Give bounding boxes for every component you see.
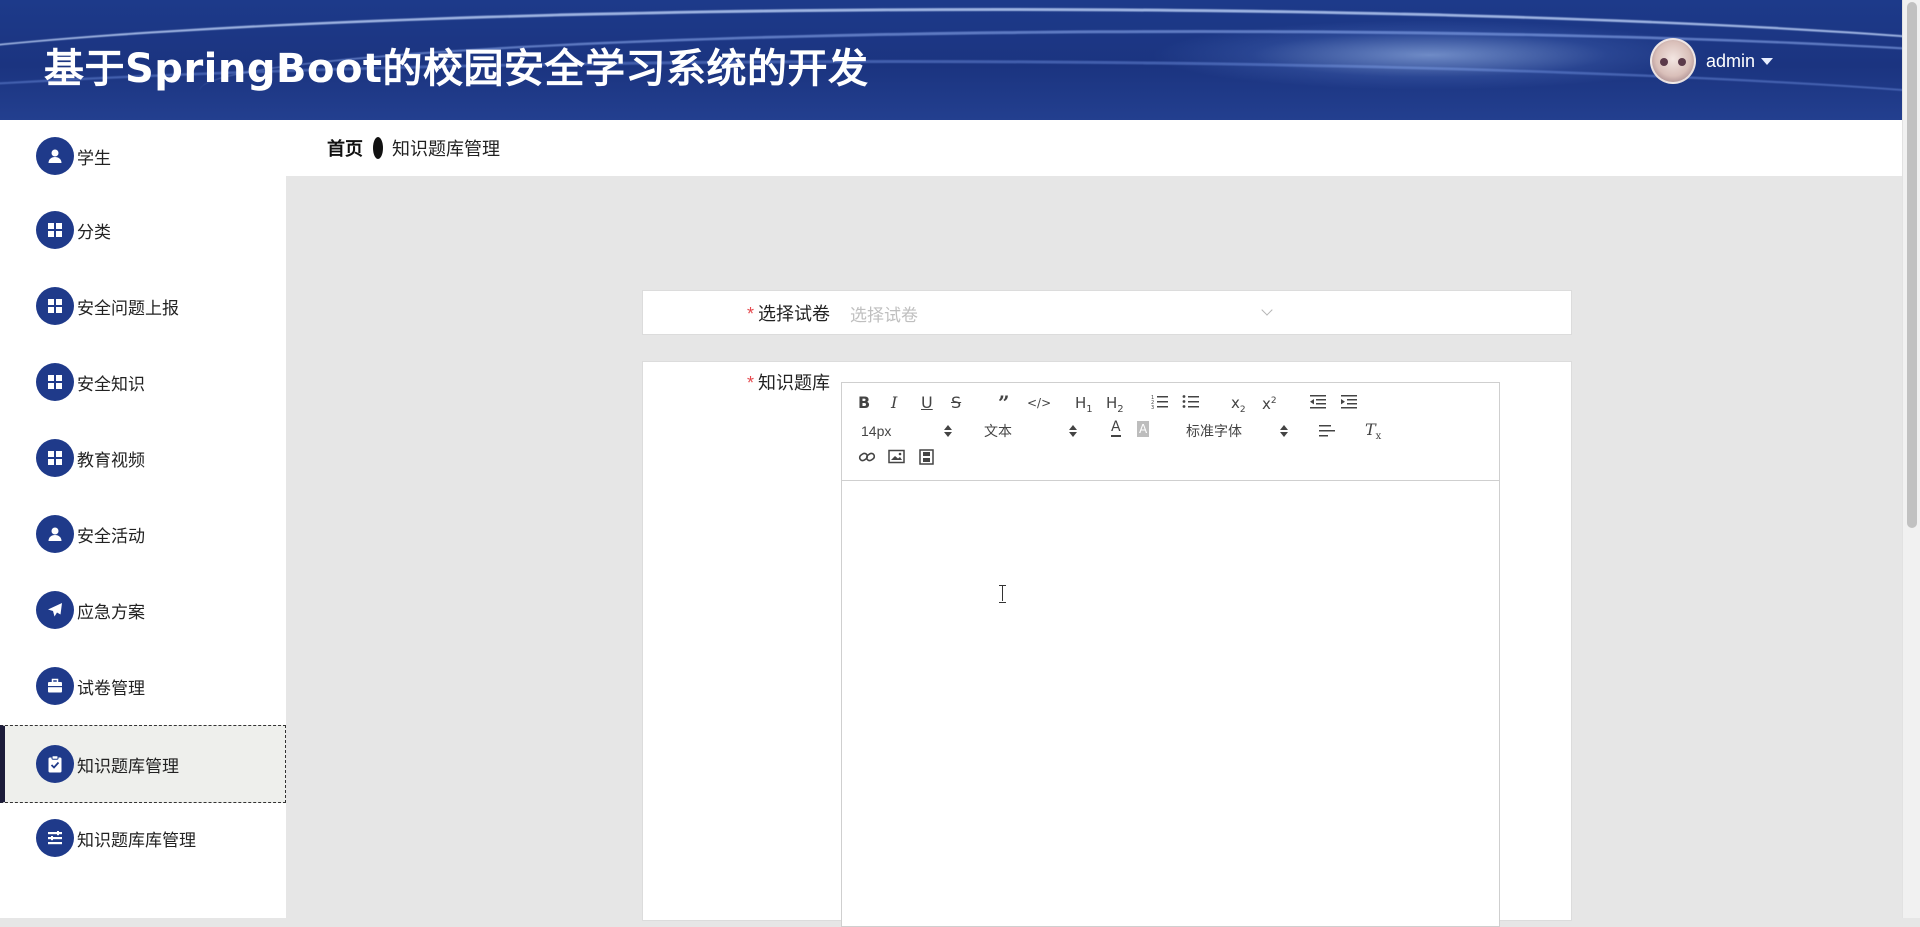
outdent-icon[interactable] [1309,393,1327,414]
bold-icon[interactable]: B [858,393,870,413]
breadcrumb-separator-icon [373,137,383,159]
sidebar-item-label: 知识题库库管理 [77,830,196,850]
clipboard-check-icon [36,745,74,783]
sidebar-item-question-bank-management[interactable]: 知识题库管理 [0,725,286,803]
code-block-icon[interactable]: </> [1027,393,1051,413]
rich-text-editor[interactable]: B I U S ” </> H1 H2 123 x2 x2 14px 文本 A … [841,382,1500,927]
paper-select-row: * 选择试卷 选择试卷 [642,290,1572,335]
header-2-icon[interactable]: H2 [1106,393,1124,420]
font-size-select[interactable]: 14px [861,421,891,441]
bullet-list-icon[interactable] [1182,393,1200,414]
header-1-icon[interactable]: H1 [1075,393,1093,420]
underline-icon[interactable]: U [921,393,933,413]
sidebar-item-safety-reports[interactable]: 安全问题上报 [0,268,286,344]
sidebar-item-categories[interactable]: 分类 [0,192,286,268]
sidebar-item-label: 应急方案 [77,602,145,622]
subscript-icon[interactable]: x2 [1231,393,1246,420]
blockquote-icon[interactable]: ” [998,393,1010,413]
sidebar-item-label: 试卷管理 [77,678,145,698]
sidebar-item-label: 学生 [77,148,111,168]
clear-format-icon[interactable]: Tx [1365,420,1381,447]
sidebar-item-question-bank-library-management[interactable]: 知识题库库管理 [0,800,286,876]
block-format-select[interactable]: 文本 [984,421,1012,441]
grid-icon [36,363,74,401]
align-icon[interactable] [1319,423,1335,443]
question-bank-row: * 知识题库 B I U S ” </> H1 H2 123 x2 x2 14p… [642,361,1572,927]
page-scrollbar[interactable] [1902,0,1920,918]
grid-icon [36,287,74,325]
sidebar-item-label: 分类 [77,222,111,242]
font-family-updown-icon[interactable] [1280,425,1288,437]
breadcrumb-current: 知识题库管理 [392,139,500,159]
required-mark: * [747,373,755,393]
text-cursor-icon [999,585,1006,603]
app-header: 基于SpringBoot的校园安全学习系统的开发 admin [0,0,1902,120]
grid-icon [36,439,74,477]
required-mark: * [747,304,755,324]
header-glow-decoration [1150,20,1710,90]
sidebar: 学生 分类 安全问题上报 安全知识 教育视频 安全活动 应急方案 试卷管理 知识… [0,120,286,918]
sidebar-item-safety-knowledge[interactable]: 安全知识 [0,344,286,420]
svg-text:3: 3 [1151,405,1154,409]
chevron-down-icon[interactable] [1261,304,1273,316]
sidebar-item-label: 安全活动 [77,526,145,546]
background-color-icon[interactable]: A [1137,421,1150,437]
sidebar-item-label: 安全问题上报 [77,298,179,318]
block-format-updown-icon[interactable] [1069,425,1077,437]
sidebar-item-label: 知识题库管理 [77,756,179,776]
grid-icon [36,211,74,249]
question-bank-label: * 知识题库 [747,369,830,395]
sidebar-item-paper-management[interactable]: 试卷管理 [0,648,286,724]
sidebar-item-education-videos[interactable]: 教育视频 [0,420,286,496]
editor-toolbar: B I U S ” </> H1 H2 123 x2 x2 14px 文本 A … [842,383,1499,481]
paper-select-placeholder: 选择试卷 [850,305,918,325]
briefcase-icon [36,667,74,705]
paper-select-label-text: 选择试卷 [758,304,831,324]
user-name[interactable]: admin [1706,51,1755,72]
paper-plane-icon [36,591,74,629]
question-bank-label-text: 知识题库 [758,373,831,393]
sidebar-item-safety-activities[interactable]: 安全活动 [0,496,286,572]
avatar-icon[interactable] [1650,38,1696,84]
user-icon [36,137,74,175]
scrollbar-thumb[interactable] [1907,2,1917,528]
indent-icon[interactable] [1340,393,1358,414]
superscript-icon[interactable]: x2 [1262,391,1277,414]
breadcrumb: 首页 知识题库管理 [286,120,1902,176]
breadcrumb-home-link[interactable]: 首页 [327,135,363,161]
sidebar-item-label: 安全知识 [77,374,145,394]
video-icon[interactable] [919,449,934,470]
font-size-updown-icon[interactable] [944,425,952,437]
user-icon [36,515,74,553]
app-title: 基于SpringBoot的校园安全学习系统的开发 [44,46,869,92]
list-icon [36,819,74,857]
image-icon[interactable] [888,449,905,469]
font-family-select[interactable]: 标准字体 [1186,421,1242,441]
caret-down-icon[interactable] [1761,57,1774,65]
editor-content-area[interactable] [842,481,1499,926]
paper-select-label: * 选择试卷 [747,300,830,326]
sidebar-item-emergency-plans[interactable]: 应急方案 [0,572,286,648]
strike-icon[interactable]: S [951,393,961,413]
sidebar-item-students[interactable]: 学生 [0,120,286,194]
font-color-icon[interactable]: A [1111,419,1121,437]
user-menu[interactable]: admin [1650,38,1774,84]
paper-select[interactable]: 选择试卷 [850,293,1273,333]
sidebar-item-label: 教育视频 [77,450,145,470]
italic-icon[interactable]: I [891,393,897,413]
link-icon[interactable] [858,449,876,470]
ordered-list-icon[interactable]: 123 [1151,393,1169,414]
